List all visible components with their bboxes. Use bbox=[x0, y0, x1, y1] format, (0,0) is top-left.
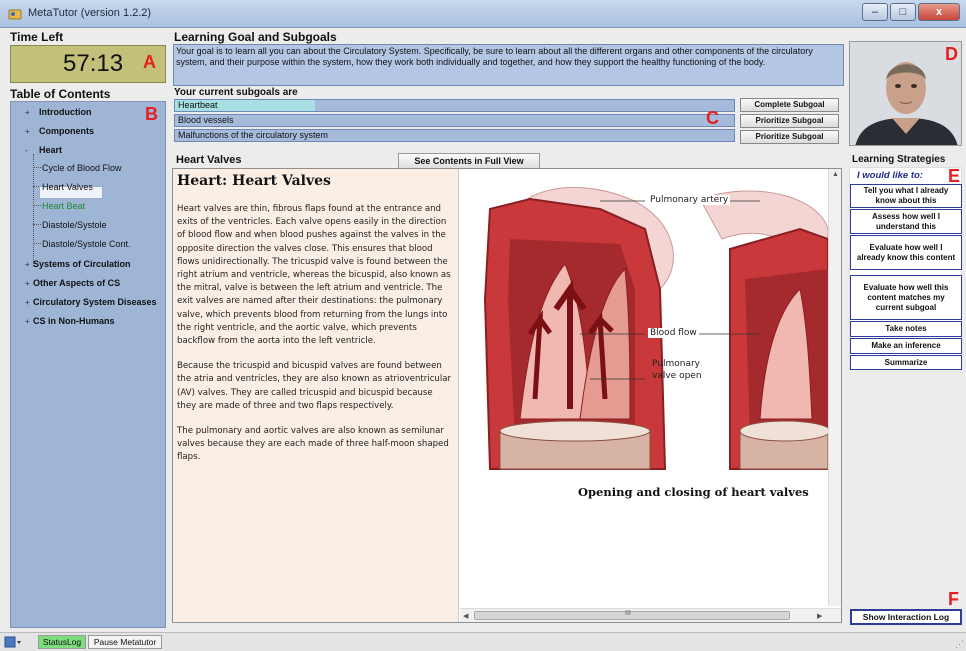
strategy-inference-button[interactable]: Make an inference bbox=[850, 338, 962, 354]
minimize-button[interactable]: – bbox=[862, 3, 888, 21]
app-icon bbox=[8, 9, 22, 20]
toc-heading: Table of Contents bbox=[10, 87, 111, 101]
subgoals-heading: Your current subgoals are bbox=[174, 87, 298, 98]
expand-icon[interactable]: + bbox=[25, 317, 30, 326]
heart-valve-illustration bbox=[483, 187, 828, 470]
timer-display: 57:13 A bbox=[10, 45, 166, 83]
toc-item-components[interactable]: Components bbox=[39, 126, 94, 136]
toc-item-other-aspects[interactable]: Other Aspects of CS bbox=[33, 278, 120, 288]
article-title: Heart: Heart Valves bbox=[177, 173, 331, 189]
thumb-grip: III bbox=[625, 610, 631, 617]
toc-item-heart-beat[interactable]: Heart Beat bbox=[42, 201, 85, 211]
scrollbar-thumb[interactable]: III bbox=[474, 610, 790, 620]
label-pulmonary-artery: Pulmonary artery bbox=[648, 195, 731, 205]
strategies-heading: Learning Strategies bbox=[852, 154, 946, 165]
status-bar: StatusLog Pause Metatutor ⋰ bbox=[0, 632, 966, 651]
tree-connector bbox=[33, 224, 41, 225]
label-valve-open-line2: valve open bbox=[652, 371, 702, 381]
tree-connector bbox=[33, 205, 41, 206]
collapse-icon[interactable]: - bbox=[25, 146, 28, 155]
strategy-summarize-button[interactable]: Summarize bbox=[850, 355, 962, 370]
metatutor-window: MetaTutor (version 1.2.2) – □ x Time Lef… bbox=[0, 0, 966, 651]
subgoal-label: Heartbeat bbox=[178, 100, 218, 110]
article-text-pane: Heart: Heart Valves Heart valves are thi… bbox=[173, 169, 459, 622]
article-paragraph: The pulmonary and aortic valves are also… bbox=[177, 426, 449, 463]
label-blood-flow: Blood flow bbox=[648, 328, 699, 338]
prioritize-subgoal-button[interactable]: Prioritize Subgoal bbox=[740, 114, 839, 128]
learning-goal-heading: Learning Goal and Subgoals bbox=[174, 30, 337, 44]
marker-c: C bbox=[706, 108, 719, 128]
toc-item-heart-valves[interactable]: Heart Valves bbox=[42, 182, 93, 192]
label-valve-open-line1: Pulmonary bbox=[652, 359, 700, 369]
marker-f: F bbox=[948, 589, 959, 609]
strategy-judgement-of-learning-button[interactable]: Assess how well I understand this bbox=[850, 209, 962, 234]
scroll-right-icon[interactable]: ▶ bbox=[817, 612, 822, 620]
scroll-left-icon[interactable]: ◀ bbox=[463, 612, 468, 620]
toc-item-diastole-systole[interactable]: Diastole/Systole bbox=[42, 220, 107, 230]
marker-b: B bbox=[145, 104, 158, 124]
resize-grip-icon[interactable]: ⋰ bbox=[955, 639, 964, 650]
tree-connector bbox=[33, 154, 34, 266]
maximize-button[interactable]: □ bbox=[890, 3, 916, 21]
statuslog-tab[interactable]: StatusLog bbox=[38, 635, 86, 649]
time-left-heading: Time Left bbox=[10, 30, 64, 44]
expand-icon[interactable]: + bbox=[25, 260, 30, 269]
complete-subgoal-button[interactable]: Complete Subgoal bbox=[740, 98, 839, 112]
vertical-scrollbar[interactable]: ▲ bbox=[828, 169, 841, 606]
horizontal-scrollbar[interactable]: ◀ III ▶ bbox=[460, 608, 841, 622]
toc-item-heart[interactable]: Heart bbox=[39, 145, 62, 155]
strategy-prior-knowledge-button[interactable]: Tell you what I already know about this bbox=[850, 184, 962, 208]
title-bar: MetaTutor (version 1.2.2) – □ x bbox=[0, 0, 966, 28]
timer-value: 57:13 bbox=[63, 50, 124, 77]
toc-item-cs-diseases[interactable]: Circulatory System Diseases bbox=[33, 297, 157, 307]
article-paragraph: Because the tricuspid and bicuspid valve… bbox=[177, 361, 452, 411]
learning-goal-text: Your goal is to learn all you can about … bbox=[173, 44, 844, 86]
subgoal-label: Malfunctions of the circulatory system bbox=[178, 130, 329, 140]
expand-icon[interactable]: + bbox=[25, 279, 30, 288]
strategies-prompt: I would like to: bbox=[857, 170, 923, 181]
prioritize-subgoal-button[interactable]: Prioritize Subgoal bbox=[740, 130, 839, 144]
toc-item-diastole-systole-cont[interactable]: Diastole/Systole Cont. bbox=[42, 239, 131, 249]
article-paragraph: Heart valves are thin, fibrous flaps fou… bbox=[177, 204, 451, 347]
subgoal-row[interactable]: Blood vessels bbox=[174, 114, 735, 127]
pedagogical-agent-avatar: D bbox=[849, 41, 962, 146]
toc-panel: B + Introduction + Components - Heart Cy… bbox=[10, 101, 166, 628]
pause-metatutor-button[interactable]: Pause Metatutor bbox=[88, 635, 162, 649]
window-controls: – □ x bbox=[862, 3, 960, 23]
subgoal-row[interactable]: Malfunctions of the circulatory system bbox=[174, 129, 735, 142]
subgoal-row[interactable]: Heartbeat bbox=[174, 99, 735, 112]
subgoal-label: Blood vessels bbox=[178, 115, 234, 125]
toc-item-systems-of-circulation[interactable]: Systems of Circulation bbox=[33, 259, 131, 269]
close-button[interactable]: x bbox=[918, 3, 960, 21]
expand-icon[interactable]: + bbox=[25, 127, 30, 136]
toc-item-introduction[interactable]: Introduction bbox=[39, 107, 92, 117]
window-title: MetaTutor (version 1.2.2) bbox=[28, 7, 152, 19]
article-image-pane: Pulmonary artery Blood flow Pulmonary va… bbox=[460, 169, 841, 622]
scroll-up-icon[interactable]: ▲ bbox=[832, 171, 839, 178]
content-frame: Heart: Heart Valves Heart valves are thi… bbox=[172, 168, 842, 623]
expand-icon[interactable]: + bbox=[25, 298, 30, 307]
expand-icon[interactable]: + bbox=[25, 108, 30, 117]
show-interaction-log-button[interactable]: Show Interaction Log bbox=[850, 609, 962, 625]
strategy-content-evaluation-button[interactable]: Evaluate how well this content matches m… bbox=[850, 275, 962, 320]
full-view-button[interactable]: See Contents in Full View bbox=[398, 153, 540, 169]
toc-item-cycle-of-blood-flow[interactable]: Cycle of Blood Flow bbox=[42, 163, 122, 173]
content-heading: Heart Valves bbox=[176, 154, 242, 166]
strategy-take-notes-button[interactable]: Take notes bbox=[850, 321, 962, 337]
toc-item-cs-non-humans[interactable]: CS in Non-Humans bbox=[33, 316, 115, 326]
tree-connector bbox=[33, 243, 41, 244]
tree-connector bbox=[33, 167, 41, 168]
image-caption: Opening and closing of heart valves bbox=[578, 485, 809, 499]
strategy-feeling-of-knowing-button[interactable]: Evaluate how well I already know this co… bbox=[850, 235, 962, 270]
marker-a: A bbox=[143, 52, 156, 72]
marker-d: D bbox=[945, 44, 958, 64]
status-menu-icon[interactable] bbox=[4, 635, 22, 649]
